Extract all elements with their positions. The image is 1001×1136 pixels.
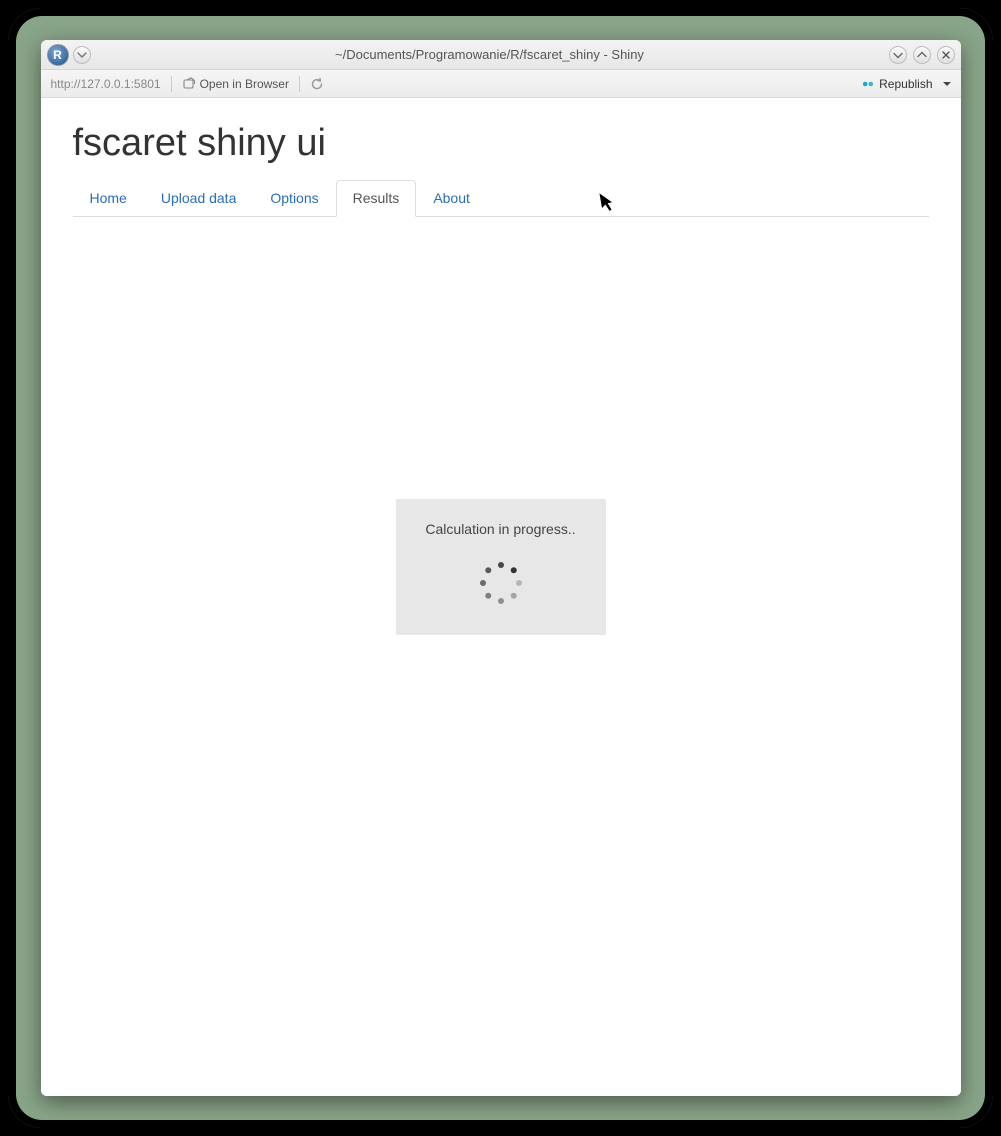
content-viewport: fscaret shiny ui Home Upload data Options R… bbox=[41, 98, 961, 1096]
spinner-dot bbox=[498, 562, 504, 568]
address-text: http://127.0.0.1:5801 bbox=[51, 77, 161, 91]
dropdown-caret-icon bbox=[943, 80, 951, 88]
spinner-dot bbox=[485, 567, 491, 573]
tab-results[interactable]: Results bbox=[336, 180, 417, 217]
minimize-button[interactable] bbox=[889, 46, 907, 64]
chevron-down-icon bbox=[77, 50, 87, 60]
republish-icon bbox=[861, 77, 875, 91]
toolbar: http://127.0.0.1:5801 Open in Browser bbox=[41, 70, 961, 98]
titlebar-left: R bbox=[47, 44, 91, 66]
titlebar-controls bbox=[889, 46, 955, 64]
tab-label: Results bbox=[353, 190, 400, 206]
close-button[interactable] bbox=[937, 46, 955, 64]
tab-options[interactable]: Options bbox=[253, 180, 335, 217]
spinner-dot bbox=[510, 567, 516, 573]
maximize-button[interactable] bbox=[913, 46, 931, 64]
tab-label: Home bbox=[90, 190, 127, 206]
tabs: Home Upload data Options Results About bbox=[73, 179, 929, 217]
chevron-down-icon bbox=[893, 50, 903, 60]
open-in-browser-label: Open in Browser bbox=[200, 77, 289, 91]
spinner-dot bbox=[498, 598, 504, 604]
tab-about[interactable]: About bbox=[416, 180, 487, 217]
tab-upload-data[interactable]: Upload data bbox=[144, 180, 254, 217]
spinner-dot bbox=[485, 593, 491, 599]
window: R ~/Documents/Programowanie/R/fscaret_sh… bbox=[41, 40, 961, 1096]
window-menu-button[interactable] bbox=[73, 46, 91, 64]
reload-icon bbox=[310, 77, 324, 91]
spinner-dot bbox=[516, 580, 522, 586]
r-logo-icon: R bbox=[47, 44, 69, 66]
outer-frame: R ~/Documents/Programowanie/R/fscaret_sh… bbox=[8, 8, 993, 1128]
popout-icon bbox=[182, 77, 196, 91]
chevron-up-icon bbox=[917, 50, 927, 60]
open-in-browser-button[interactable]: Open in Browser bbox=[182, 77, 289, 91]
toolbar-divider bbox=[171, 76, 172, 92]
r-logo-letter: R bbox=[53, 48, 62, 62]
window-title: ~/Documents/Programowanie/R/fscaret_shin… bbox=[91, 47, 889, 62]
progress-text: Calculation in progress.. bbox=[412, 521, 590, 537]
toolbar-divider bbox=[299, 76, 300, 92]
republish-button[interactable]: Republish bbox=[861, 77, 950, 91]
tab-label: Options bbox=[270, 190, 318, 206]
titlebar: R ~/Documents/Programowanie/R/fscaret_sh… bbox=[41, 40, 961, 70]
spinner-icon bbox=[477, 559, 525, 607]
tab-home[interactable]: Home bbox=[73, 180, 144, 217]
spinner-dot bbox=[480, 580, 486, 586]
republish-label: Republish bbox=[879, 77, 932, 91]
tab-label: About bbox=[433, 190, 470, 206]
spinner-dot bbox=[510, 593, 516, 599]
page-title: fscaret shiny ui bbox=[73, 122, 929, 165]
tab-label: Upload data bbox=[161, 190, 237, 206]
reload-button[interactable] bbox=[310, 77, 324, 91]
progress-modal: Calculation in progress.. bbox=[396, 499, 606, 635]
close-icon bbox=[941, 50, 951, 60]
